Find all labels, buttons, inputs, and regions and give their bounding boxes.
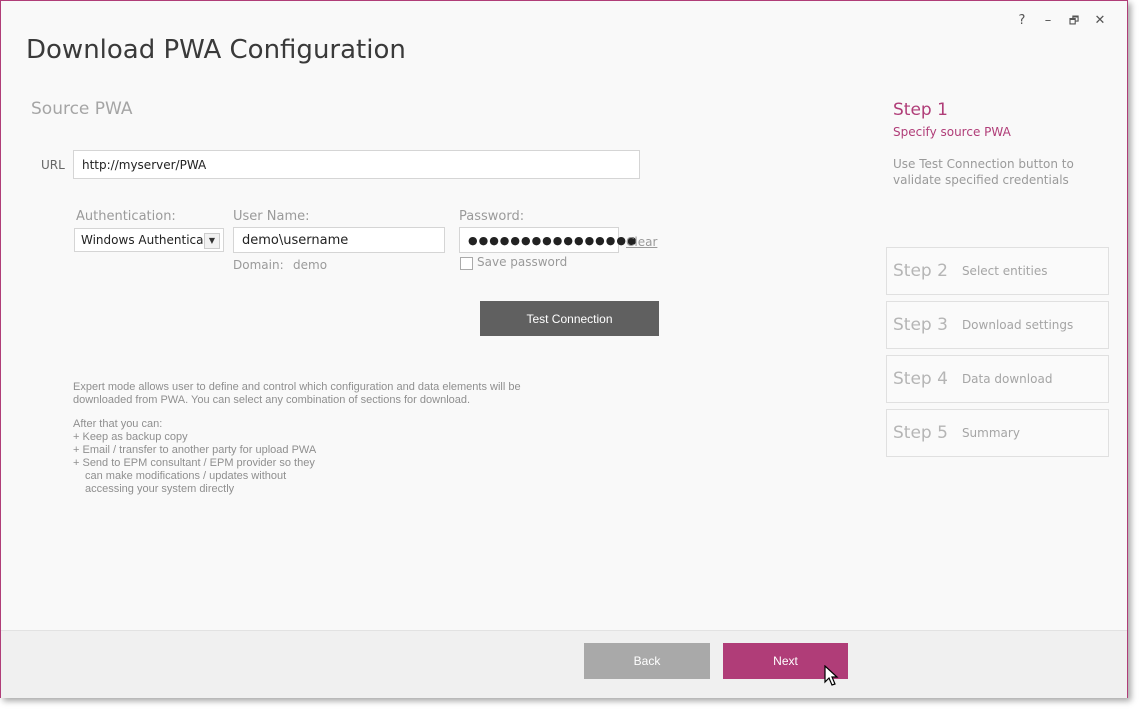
authentication-select[interactable]: Windows Authentication ▼ [74,228,224,252]
description-paragraph: Expert mode allows user to define and co… [73,381,521,406]
mouse-cursor-icon [824,665,839,686]
restore-icon[interactable]: 🗗 [1061,11,1087,31]
expert-mode-description: Expert mode allows user to define and co… [73,381,553,496]
minimize-icon[interactable]: – [1035,11,1061,31]
step-number: Step 4 [893,369,948,389]
description-item: + Email / transfer to another party for … [73,444,317,456]
dropdown-arrow-icon[interactable]: ▼ [204,233,220,249]
section-title: Source PWA [31,99,133,119]
step-number: Step 2 [893,261,948,281]
current-step-description: Use Test Connection button to validate s… [893,157,1074,187]
step-4-box[interactable]: Step 4 Data download [886,355,1109,403]
clear-password-link[interactable]: Clear [626,235,657,249]
description-item-continued: accessing your system directly [85,483,235,495]
step-name: Download settings [961,318,1074,332]
authentication-value: Windows Authentication [81,233,203,247]
step-3-box[interactable]: Step 3 Download settings [886,301,1109,349]
description-intro: After that you can: [73,418,163,430]
save-password-checkbox[interactable] [460,257,473,270]
url-label: URL [41,158,65,172]
help-icon[interactable]: ? [1009,11,1035,31]
window-controls: ? – 🗗 ✕ [1009,11,1113,31]
step-number: Step 3 [893,315,948,335]
current-step-subtitle: Specify source PWA [893,125,1011,139]
username-label: User Name: [233,209,310,224]
back-button[interactable]: Back [584,643,710,679]
save-password-label[interactable]: Save password [477,255,567,269]
description-item: + Keep as backup copy [73,431,188,443]
step-name: Select entities [961,264,1048,278]
current-step-title: Step 1 [893,100,948,120]
page-title: Download PWA Configuration [26,35,406,65]
step-2-box[interactable]: Step 2 Select entities [886,247,1109,295]
step-name: Data download [961,372,1053,386]
url-input[interactable]: http://myserver/PWA [73,150,640,179]
wizard-window: ? – 🗗 ✕ Download PWA Configuration Sourc… [0,0,1128,698]
domain-value: demo [293,258,328,272]
description-item: + Send to EPM consultant / EPM provider … [73,457,315,469]
password-label: Password: [459,209,525,224]
authentication-label: Authentication: [76,209,176,224]
test-connection-button[interactable]: Test Connection [480,301,659,336]
domain-label: Domain: [233,258,284,272]
password-input[interactable]: ●●●●●●●●●●●●●●●● [459,227,637,253]
step-number: Step 5 [893,423,948,443]
step-name: Summary [961,426,1020,440]
close-icon[interactable]: ✕ [1087,11,1113,31]
footer-bar [1,630,1127,698]
username-input[interactable]: demo\username [233,227,445,253]
step-5-box[interactable]: Step 5 Summary [886,409,1109,457]
description-item-continued: can make modifications / updates without [85,470,287,482]
